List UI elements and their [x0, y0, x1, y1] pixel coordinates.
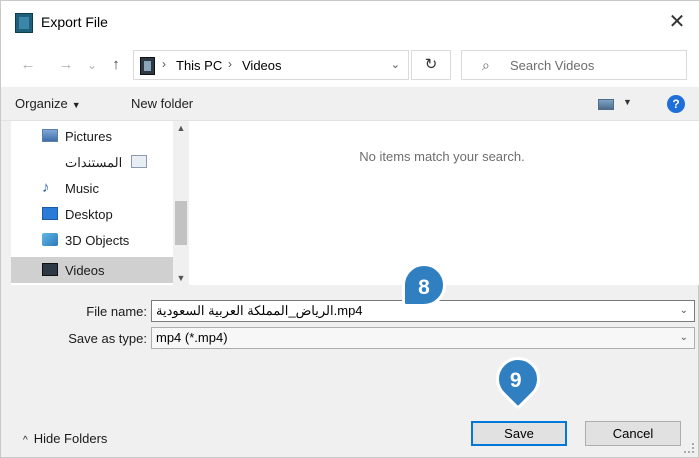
address-bar[interactable]: › This PC › Videos ⌄	[133, 50, 409, 80]
dialog-title: Export File	[41, 14, 108, 30]
desktop-icon	[42, 207, 58, 220]
step-9-number: 9	[510, 369, 522, 393]
file-name-value: الرياض_المملكة العربية السعودية.mp4	[156, 303, 363, 318]
documents-icon	[131, 155, 147, 168]
save-as-type-label: Save as type:	[68, 331, 147, 346]
sidebar-item-documents[interactable]: المستندات	[11, 149, 173, 175]
refresh-icon[interactable]: ↻	[411, 50, 451, 80]
file-name-label: File name:	[86, 304, 147, 319]
resize-grip-icon[interactable]	[684, 443, 694, 453]
sidebar-item-music[interactable]: ♪ Music	[11, 175, 173, 201]
cancel-button[interactable]: Cancel	[585, 421, 681, 446]
organize-label: Organize	[15, 96, 68, 111]
scrollbar-thumb[interactable]	[175, 201, 187, 245]
hide-folders-label: Hide Folders	[33, 431, 108, 446]
back-arrow-icon[interactable]: ←	[19, 55, 37, 75]
navigation-pane: Pictures المستندات ♪ Music Desktop 3D Ob…	[11, 121, 189, 285]
music-icon: ♪	[42, 179, 50, 196]
sidebar-item-label: Pictures	[65, 129, 112, 144]
search-input[interactable]: Search Videos	[510, 58, 594, 73]
sidebar-item-label: Music	[65, 181, 99, 196]
step-8-callout: 8	[402, 263, 446, 307]
step-9-callout: 9	[486, 347, 550, 411]
new-folder-button[interactable]: New folder	[131, 96, 193, 111]
save-as-type-select[interactable]: mp4 (*.mp4) ⌄	[151, 327, 695, 349]
save-as-type-value: mp4 (*.mp4)	[156, 330, 228, 345]
address-dropdown-chevron-icon[interactable]: ⌄	[391, 58, 400, 71]
help-icon[interactable]: ?	[667, 95, 685, 113]
sidebar-item-label: Desktop	[65, 207, 113, 222]
app-icon	[15, 13, 33, 33]
empty-results-message: No items match your search.	[359, 149, 525, 164]
sidebar-item-pictures[interactable]: Pictures	[11, 123, 173, 149]
videos-icon	[42, 263, 58, 276]
chevron-down-icon[interactable]: ⌄	[680, 301, 688, 321]
title-bar: Export File ✕	[1, 1, 699, 43]
sidebar-item-label: 3D Objects	[65, 233, 130, 248]
browser-area: Pictures المستندات ♪ Music Desktop 3D Ob…	[11, 121, 699, 285]
navigation-scrollbar[interactable]: ▲ ▼	[173, 121, 189, 285]
chevron-up-icon: ^	[23, 435, 28, 446]
breadcrumb-separator: ›	[228, 57, 232, 71]
close-icon[interactable]: ✕	[664, 9, 690, 35]
scroll-up-icon[interactable]: ▲	[173, 123, 189, 133]
videos-folder-icon	[140, 57, 155, 75]
sidebar-item-label: Videos	[65, 263, 105, 278]
breadcrumb-separator: ›	[162, 57, 166, 71]
breadcrumb-videos[interactable]: Videos	[242, 58, 282, 73]
sidebar-item-3d-objects[interactable]: 3D Objects	[11, 227, 173, 253]
chevron-down-icon[interactable]: ▼	[623, 97, 632, 107]
chevron-down-icon[interactable]: ⌄	[680, 328, 688, 348]
sidebar-item-videos[interactable]: Videos	[11, 257, 173, 283]
forward-arrow-icon[interactable]: →	[57, 55, 75, 75]
sidebar-item-label: المستندات	[65, 155, 123, 170]
breadcrumb-this-pc[interactable]: This PC	[176, 58, 222, 73]
organize-menu[interactable]: Organize ▼	[15, 96, 81, 111]
save-button[interactable]: Save	[471, 421, 567, 446]
recent-locations-chevron-icon[interactable]: ⌄	[83, 55, 101, 75]
3d-objects-icon	[42, 233, 58, 246]
sidebar-item-desktop[interactable]: Desktop	[11, 201, 173, 227]
file-list[interactable]: No items match your search.	[189, 121, 699, 285]
change-view-icon[interactable]	[598, 99, 614, 110]
address-row: ← → ⌄ ↑ › This PC › Videos ⌄ ↻ ⌕ Search …	[1, 43, 699, 87]
search-icon: ⌕	[482, 57, 490, 73]
search-box[interactable]: ⌕ Search Videos	[461, 50, 687, 80]
export-file-dialog: Export File ✕ ← → ⌄ ↑ › This PC › Videos…	[0, 0, 699, 458]
pictures-icon	[42, 129, 58, 142]
scroll-down-icon[interactable]: ▼	[173, 273, 189, 283]
step-8-number: 8	[418, 276, 430, 299]
chevron-down-icon: ▼	[71, 100, 81, 110]
hide-folders-toggle[interactable]: ^ Hide Folders	[23, 431, 107, 446]
command-bar: Organize ▼ New folder ▼ ?	[1, 87, 699, 121]
up-arrow-icon[interactable]: ↑	[107, 55, 125, 75]
